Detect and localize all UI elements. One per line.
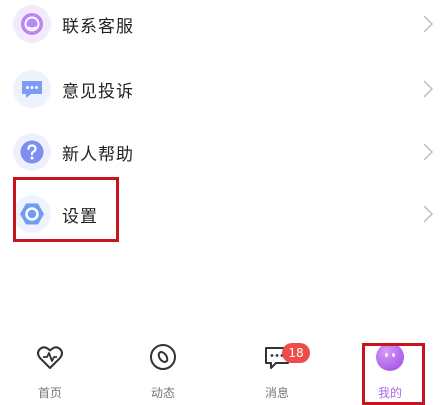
chevron-right-icon bbox=[423, 205, 434, 223]
chevron-right-icon bbox=[423, 15, 434, 33]
tab-discover[interactable]: 动态 bbox=[128, 340, 198, 404]
menu-item-label: 新人帮助 bbox=[62, 144, 134, 165]
tab-label: 消息 bbox=[264, 386, 289, 400]
chevron-right-icon bbox=[423, 143, 434, 161]
unread-count-badge: 18 bbox=[282, 343, 310, 363]
tab-messages[interactable]: 18 消息 bbox=[242, 340, 312, 404]
chevron-right-icon bbox=[423, 80, 434, 98]
compass-icon bbox=[150, 344, 176, 370]
home-heartbeat-icon bbox=[37, 346, 63, 369]
tab-profile[interactable]: 我的 bbox=[355, 340, 425, 404]
profile-avatar-icon bbox=[376, 343, 404, 371]
tab-label: 我的 bbox=[377, 386, 402, 400]
settings-hex-icon bbox=[13, 195, 51, 233]
menu-item-feedback[interactable]: 意见投诉 bbox=[0, 58, 445, 120]
menu-item-newcomer-help[interactable]: 新人帮助 bbox=[0, 121, 445, 183]
menu-item-label: 联系客服 bbox=[62, 16, 134, 37]
question-help-icon bbox=[13, 133, 51, 171]
menu-item-label: 意见投诉 bbox=[62, 81, 134, 102]
customer-service-icon bbox=[13, 5, 51, 43]
menu-item-label: 设置 bbox=[62, 206, 98, 227]
tab-label: 首页 bbox=[37, 386, 62, 400]
tab-home[interactable]: 首页 bbox=[15, 340, 85, 404]
feedback-chat-icon bbox=[13, 70, 51, 108]
menu-item-contact-support[interactable]: 联系客服 bbox=[0, 0, 445, 55]
tab-label: 动态 bbox=[150, 386, 175, 400]
menu-item-settings[interactable]: 设置 bbox=[0, 183, 445, 245]
